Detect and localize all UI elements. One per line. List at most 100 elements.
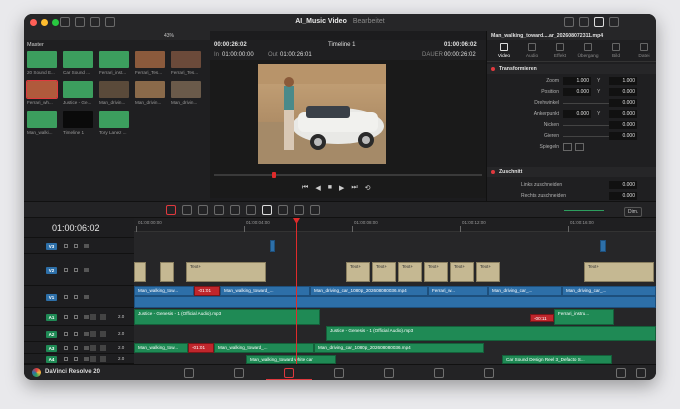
timeline-name[interactable]: Timeline 1 (328, 42, 355, 48)
anchor-x-field[interactable]: 0.000 (563, 110, 591, 118)
track-solo-button[interactable] (90, 331, 96, 337)
inspector-tab[interactable]: Effekt (547, 54, 573, 59)
track-monitor-icon[interactable] (84, 315, 89, 319)
timeline-clip[interactable]: Man_driving_car_... (562, 286, 656, 296)
position-y-field[interactable]: 0.000 (609, 88, 637, 96)
reverse-play-icon[interactable]: ◀ (315, 184, 320, 192)
position-x-field[interactable]: 0.000 (563, 88, 591, 96)
page-edit-icon[interactable] (284, 368, 294, 378)
blade-tool-icon[interactable] (198, 205, 208, 215)
mixer-icon[interactable] (564, 17, 574, 27)
inspector-tab-icon[interactable] (612, 43, 620, 51)
crop-enable-icon[interactable] (491, 170, 495, 174)
track-monitor-icon[interactable] (84, 346, 89, 350)
track-header-v1[interactable]: V1 (24, 286, 134, 308)
flag-icon[interactable] (294, 205, 304, 215)
timeline-clip[interactable]: Man_walking_toward white car (246, 355, 336, 364)
page-cut-icon[interactable] (234, 368, 244, 378)
flip-vertical-button[interactable] (575, 143, 584, 151)
track-enable-icon[interactable] (74, 268, 78, 272)
track-header-a4[interactable]: A4 2.0 (24, 354, 134, 364)
track-enable-icon[interactable] (74, 295, 78, 299)
overwrite-clip-icon[interactable] (230, 205, 240, 215)
timeline-clip[interactable]: Car Sound Design Reel 3_Defacto S... (502, 355, 612, 364)
page-color-icon[interactable] (384, 368, 394, 378)
zoom-level[interactable]: 43% (164, 33, 174, 39)
metadata-icon[interactable] (579, 17, 589, 27)
track-enable-icon[interactable] (74, 357, 78, 361)
marker-icon[interactable] (310, 205, 320, 215)
timeline-clip[interactable] (600, 240, 606, 252)
crop-section-header[interactable]: Zuschnitt (487, 167, 656, 177)
flip-horizontal-button[interactable] (563, 143, 572, 151)
inspector-tab-icon[interactable] (640, 43, 648, 51)
viewer-scrubber[interactable] (214, 174, 482, 176)
crop-left-field[interactable]: 0.000 (609, 181, 637, 189)
page-deliver-icon[interactable] (484, 368, 494, 378)
yaw-field[interactable]: 0.000 (609, 132, 637, 140)
inspector-tab-icon[interactable] (500, 43, 508, 51)
timeline-ruler[interactable]: 01:00:00:00 01:00:04:00 01:00:08:00 01:00:1… (134, 218, 656, 232)
track-monitor-icon[interactable] (84, 268, 89, 272)
track-monitor-icon[interactable] (84, 357, 89, 361)
link-icon[interactable] (278, 205, 288, 215)
transform-enable-icon[interactable] (491, 67, 495, 71)
track-enable-icon[interactable] (74, 315, 78, 319)
trim-tool-icon[interactable] (182, 205, 192, 215)
go-to-start-icon[interactable]: ⏮ (302, 184, 308, 192)
zoom-y-field[interactable]: 1.000 (609, 77, 637, 85)
snapping-icon[interactable] (262, 205, 272, 215)
track-enable-icon[interactable] (74, 332, 78, 336)
video-frame[interactable] (258, 64, 386, 164)
timeline-clip[interactable]: Text+ (398, 262, 422, 282)
timeline-clip[interactable]: Ferrari_w... (428, 286, 488, 296)
settings-icon[interactable] (609, 17, 619, 27)
page-media-icon[interactable] (184, 368, 194, 378)
media-thumbnail[interactable] (135, 51, 165, 68)
timeline-clip[interactable]: Text+ (450, 262, 474, 282)
timeline-area[interactable]: 01:00:00:00 01:00:04:00 01:00:08:00 01:00:1… (134, 218, 656, 364)
media-thumbnail[interactable] (135, 81, 165, 98)
track-enable-icon[interactable] (74, 244, 78, 248)
track-lock-icon[interactable] (64, 346, 68, 350)
transform-section-header[interactable]: Transformieren (487, 64, 656, 74)
timeline-clip[interactable] (134, 262, 146, 282)
page-fusion-icon[interactable] (334, 368, 344, 378)
dim-button[interactable]: Dim. (624, 207, 643, 217)
timeline-clip[interactable]: Text+ (476, 262, 500, 282)
track-monitor-icon[interactable] (84, 332, 89, 336)
replace-clip-icon[interactable] (246, 205, 256, 215)
track-header-a3[interactable]: A3 2.0 (24, 342, 134, 354)
track-mute-button[interactable] (100, 345, 106, 351)
track-monitor-icon[interactable] (84, 295, 89, 299)
pitch-field[interactable]: 0.000 (609, 121, 637, 129)
rotation-field[interactable]: 0.000 (609, 99, 637, 107)
timeline-clip[interactable]: Justice - Genesis - 1 (Official Audio).m… (326, 326, 656, 341)
stop-icon[interactable]: ■ (328, 184, 332, 192)
track-mute-button[interactable] (100, 314, 106, 320)
media-thumbnail[interactable] (171, 51, 201, 68)
track-solo-button[interactable] (90, 356, 96, 362)
audio-level-slider[interactable] (564, 210, 604, 211)
media-thumbnail[interactable] (99, 111, 129, 128)
timeline-clip[interactable]: -01:01 (188, 343, 214, 353)
track-lock-icon[interactable] (64, 357, 68, 361)
inspector-tab[interactable]: Datei (631, 54, 656, 59)
inspector-tab-icon[interactable] (556, 43, 564, 51)
timeline-clip[interactable]: Text+ (424, 262, 448, 282)
track-enable-icon[interactable] (74, 346, 78, 350)
page-fairlight-icon[interactable] (434, 368, 444, 378)
media-thumbnail[interactable] (63, 81, 93, 98)
track-header-a2[interactable]: A2 2.0 (24, 326, 134, 342)
inspector-tab[interactable]: Audio (519, 54, 545, 59)
timeline-clip[interactable]: Text+ (584, 262, 654, 282)
inspector-tab[interactable]: Übergang (575, 54, 601, 59)
media-thumbnail[interactable] (27, 111, 57, 128)
project-settings-icon[interactable] (636, 368, 646, 378)
track-lock-icon[interactable] (64, 332, 68, 336)
timeline-clip[interactable]: Man_driving_car_1080p_202608080036.mp4 (314, 343, 484, 353)
media-thumbnail[interactable] (63, 111, 93, 128)
track-lock-icon[interactable] (64, 268, 68, 272)
home-icon[interactable] (616, 368, 626, 378)
media-thumbnail[interactable] (63, 51, 93, 68)
